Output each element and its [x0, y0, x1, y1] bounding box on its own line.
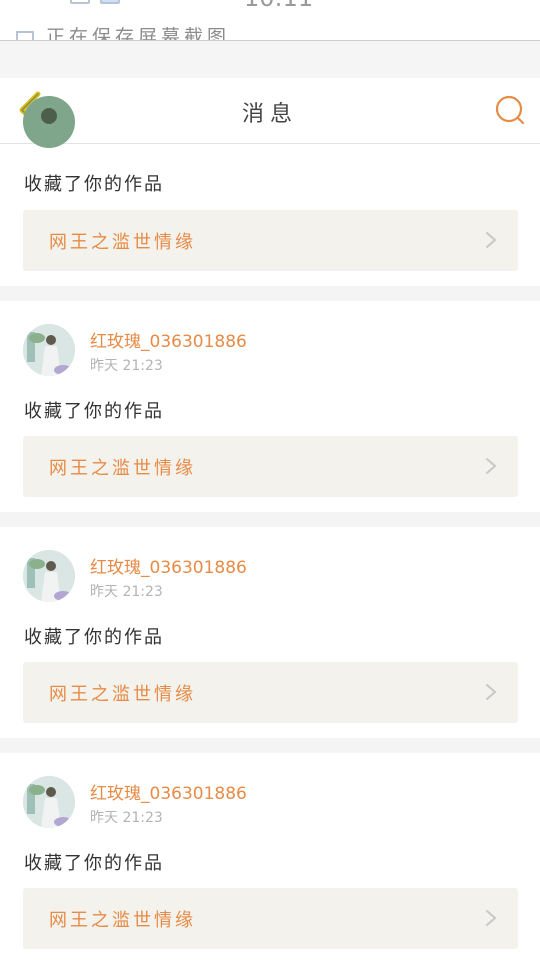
avatar[interactable] — [23, 550, 75, 602]
username[interactable]: 红玫瑰_036301886 — [90, 779, 247, 804]
screenshot-notification: 正在保存屏幕截图 — [16, 22, 231, 41]
header-spacer — [0, 41, 540, 78]
message-action: 收藏了你的作品 — [24, 401, 164, 422]
screenshot-icon — [16, 30, 34, 40]
message-action: 收藏了你的作品 — [24, 627, 164, 648]
work-link[interactable]: 网王之滥世情缘 — [23, 210, 518, 271]
search-button[interactable] — [490, 90, 530, 130]
message-card: 红玫瑰_036301886 昨天 21:23 收藏了你的作品 网王之滥世情缘 — [0, 301, 540, 512]
avatar[interactable] — [23, 324, 75, 376]
avatar[interactable] — [23, 96, 75, 148]
nav-bar: 消息 — [0, 78, 540, 144]
search-icon — [495, 95, 525, 125]
chevron-right-icon — [486, 910, 497, 926]
page-title: 消息 — [241, 102, 298, 127]
username[interactable]: 红玫瑰_036301886 — [90, 327, 247, 352]
status-bar: 4G 10:11 正在保存屏幕截图 — [0, 0, 540, 41]
image-notification-icon — [70, 0, 90, 4]
avatar[interactable] — [23, 776, 75, 828]
status-icons: 4G 10:11 — [0, 0, 540, 12]
chevron-right-icon — [486, 232, 497, 248]
message-time: 昨天 21:23 — [90, 584, 163, 600]
message-action: 收藏了你的作品 — [24, 174, 164, 195]
message-card: 红玫瑰_036301886 昨天 21:23 收藏了你的作品 网王之滥世情缘 — [0, 753, 540, 960]
work-title: 网王之滥世情缘 — [49, 458, 196, 479]
message-action: 收藏了你的作品 — [24, 853, 164, 874]
message-card: 红玫瑰_036301886 昨天 21:23 收藏了你的作品 网王之滥世情缘 — [0, 527, 540, 738]
work-link[interactable]: 网王之滥世情缘 — [23, 888, 518, 949]
chevron-right-icon — [486, 458, 497, 474]
message-time: 昨天 21:23 — [90, 358, 163, 374]
chevron-right-icon — [486, 684, 497, 700]
work-title: 网王之滥世情缘 — [49, 910, 196, 931]
message-time: 昨天 21:23 — [90, 810, 163, 826]
work-link[interactable]: 网王之滥世情缘 — [23, 662, 518, 723]
work-title: 网王之滥世情缘 — [49, 232, 196, 253]
message-card: 收藏了你的作品 网王之滥世情缘 — [0, 96, 540, 286]
notification-text: 正在保存屏幕截图 — [46, 26, 231, 41]
mail-notification-icon — [100, 0, 120, 4]
status-time: 10:11 — [244, 0, 313, 12]
username[interactable]: 红玫瑰_036301886 — [90, 553, 247, 578]
work-title: 网王之滥世情缘 — [49, 684, 196, 705]
work-link[interactable]: 网王之滥世情缘 — [23, 436, 518, 497]
